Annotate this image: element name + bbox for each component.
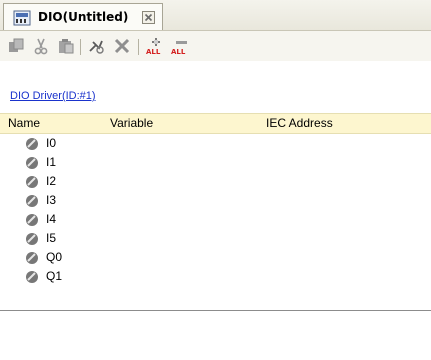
io-point-icon	[26, 214, 38, 226]
row-name: I5	[46, 231, 57, 245]
io-point-icon	[26, 195, 38, 207]
toolbar-separator	[80, 39, 81, 55]
io-point-icon	[26, 157, 38, 169]
row-name: I2	[46, 174, 57, 188]
table-row[interactable]: I4	[0, 210, 431, 229]
row-name: Q0	[46, 250, 63, 264]
driver-link[interactable]: DIO Driver(ID:#1)	[10, 90, 96, 102]
row-name: I0	[46, 136, 57, 150]
tab-dio-untitled[interactable]: DIO(Untitled)	[3, 3, 163, 30]
column-header-iec-address[interactable]: IEC Address	[266, 116, 333, 130]
row-name: I3	[46, 193, 57, 207]
table-row[interactable]: Q0	[0, 248, 431, 267]
row-name: I4	[46, 212, 57, 226]
column-header-name[interactable]: Name	[8, 116, 40, 130]
io-point-icon	[26, 271, 38, 283]
delete-icon[interactable]	[112, 36, 132, 56]
properties-icon[interactable]	[86, 36, 106, 56]
add-all-icon[interactable]: ALL	[145, 36, 165, 56]
toolbar: ALL ALL	[0, 31, 431, 61]
table-row[interactable]: I0	[0, 134, 431, 153]
row-name: I1	[46, 155, 57, 169]
tab-title: DIO(Untitled)	[38, 10, 129, 24]
column-header-variable[interactable]: Variable	[110, 116, 153, 130]
io-point-icon	[26, 252, 38, 264]
toolbar-separator	[138, 39, 139, 55]
copy-icon[interactable]	[6, 36, 26, 56]
table-row[interactable]: I1	[0, 153, 431, 172]
dio-module-icon	[13, 10, 31, 26]
io-point-icon	[26, 138, 38, 150]
cut-icon[interactable]	[31, 36, 51, 56]
paste-icon[interactable]	[56, 36, 76, 56]
remove-all-icon[interactable]: ALL	[170, 36, 190, 56]
table-row[interactable]: I5	[0, 229, 431, 248]
row-name: Q1	[46, 269, 63, 283]
close-icon[interactable]	[142, 11, 155, 24]
table-row[interactable]: I3	[0, 191, 431, 210]
table-header: Name Variable IEC Address	[0, 113, 431, 134]
io-point-icon	[26, 176, 38, 188]
io-point-icon	[26, 233, 38, 245]
table-row[interactable]: I2	[0, 172, 431, 191]
bottom-pane	[0, 310, 431, 360]
remove-all-label: ALL	[171, 48, 186, 56]
table-row[interactable]: Q1	[0, 267, 431, 286]
add-all-label: ALL	[146, 48, 161, 56]
